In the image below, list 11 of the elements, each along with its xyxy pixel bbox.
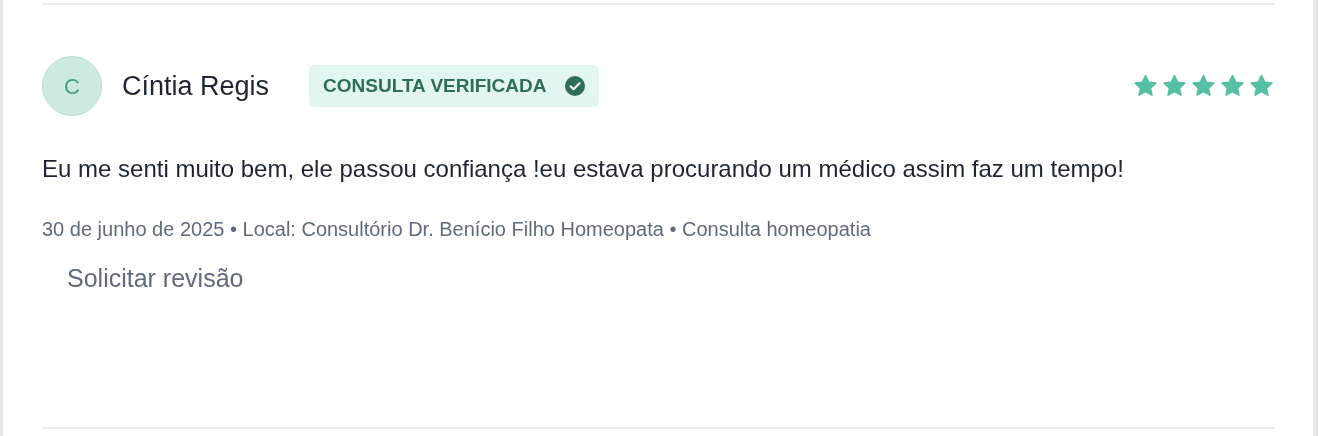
- review-meta: 30 de junho de 2025 • Local: Consultório Dr. Benício Filho Homeopata • Consulta homeopatia: [42, 217, 872, 242]
- star-icon: [1190, 73, 1217, 99]
- star-icon: [1219, 73, 1246, 99]
- star-icon: [1248, 73, 1275, 99]
- verified-badge: CONSULTA VERIFICADA: [309, 65, 599, 107]
- review-text: Eu me senti muito bem, ele passou confiança !eu estava procurando um médico assim faz um tempo!: [42, 154, 1125, 184]
- avatar: C: [42, 56, 102, 116]
- star-icon: [1161, 73, 1188, 99]
- star-icon: [1132, 73, 1159, 99]
- request-review-button[interactable]: Solicitar revisão: [67, 260, 244, 298]
- author-name: Cíntia Regis: [122, 69, 270, 103]
